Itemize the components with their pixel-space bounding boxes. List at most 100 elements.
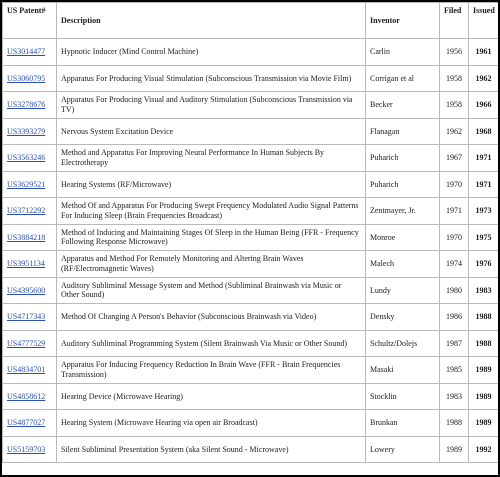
filed-year-cell: 1970 bbox=[439, 170, 469, 198]
patent-number-cell: US5159703 bbox=[2, 435, 57, 463]
patent-table: US Patent# Description Inventor Filed Is… bbox=[2, 2, 498, 463]
inventor-cell: Flanagan bbox=[365, 117, 440, 145]
table-row: US3712292 Method Of and Apparatus For Pro… bbox=[2, 197, 498, 225]
filed-year-cell: 1986 bbox=[439, 303, 469, 331]
table-header-row: US Patent# Description Inventor Filed Is… bbox=[2, 2, 498, 39]
description-cell: Silent Subliminal Presentation System (a… bbox=[56, 435, 366, 463]
filed-year-cell: 1962 bbox=[439, 117, 469, 145]
description-cell: Nervous System Excitation Device bbox=[56, 117, 366, 145]
table-row: US3884218 Method of Inducing and Maintain… bbox=[2, 223, 498, 251]
table-row: US3060795 Apparatus For Producing Visual … bbox=[2, 64, 498, 92]
patent-link[interactable]: US4858612 bbox=[7, 392, 52, 402]
table-row: US3951134 Apparatus and Method For Remote… bbox=[2, 250, 498, 278]
filed-year-cell: 1970 bbox=[439, 223, 469, 251]
issued-year-cell: 1971 bbox=[468, 144, 498, 172]
patent-number-cell: US3278676 bbox=[2, 91, 57, 119]
issued-year-cell: 1989 bbox=[468, 356, 498, 384]
inventor-cell: Carlin bbox=[365, 38, 440, 66]
patent-link[interactable]: US3629521 bbox=[7, 180, 52, 190]
issued-year-cell: 1976 bbox=[468, 250, 498, 278]
inventor-cell: Puharich bbox=[365, 144, 440, 172]
patent-link[interactable]: US4717343 bbox=[7, 312, 52, 322]
inventor-cell: Puharich bbox=[365, 170, 440, 198]
patent-link[interactable]: US3563246 bbox=[7, 153, 52, 163]
description-cell: Apparatus For Producing Visual and Audit… bbox=[56, 91, 366, 119]
issued-year-cell: 1966 bbox=[468, 91, 498, 119]
filed-year-cell: 1974 bbox=[439, 250, 469, 278]
issued-year-cell: 1989 bbox=[468, 409, 498, 437]
issued-year-cell: 1962 bbox=[468, 64, 498, 92]
patent-link[interactable]: US3060795 bbox=[7, 74, 52, 84]
issued-year-cell: 1988 bbox=[468, 329, 498, 357]
table-row: US4777529 Auditory Subliminal Programming… bbox=[2, 329, 498, 357]
patent-number-cell: US3060795 bbox=[2, 64, 57, 92]
inventor-cell: Corrigan et al bbox=[365, 64, 440, 92]
filed-year-cell: 1989 bbox=[439, 435, 469, 463]
patent-number-cell: US3393279 bbox=[2, 117, 57, 145]
filed-year-cell: 1967 bbox=[439, 144, 469, 172]
filed-year-cell: 1983 bbox=[439, 382, 469, 410]
filed-year-cell: 1988 bbox=[439, 409, 469, 437]
patent-number-cell: US4858612 bbox=[2, 382, 57, 410]
patent-link[interactable]: US5159703 bbox=[7, 445, 52, 455]
patent-link[interactable]: US4834701 bbox=[7, 365, 52, 375]
patent-link[interactable]: US4395600 bbox=[7, 286, 52, 296]
table-row: US4858612 Hearing Device (Microwave Heari… bbox=[2, 382, 498, 410]
description-cell: Method and Apparatus For Improving Neura… bbox=[56, 144, 366, 172]
patent-number-cell: US4717343 bbox=[2, 303, 57, 331]
patent-number-cell: US3951134 bbox=[2, 250, 57, 278]
filed-year-cell: 1980 bbox=[439, 276, 469, 304]
table-row: US3278676 Apparatus For Producing Visual … bbox=[2, 91, 498, 119]
patent-link[interactable]: US4877027 bbox=[7, 418, 52, 428]
inventor-cell: Brunkan bbox=[365, 409, 440, 437]
patent-link[interactable]: US3712292 bbox=[7, 206, 52, 216]
issued-year-cell: 1968 bbox=[468, 117, 498, 145]
description-cell: Auditory Subliminal Programming System (… bbox=[56, 329, 366, 357]
table-row: US5159703 Silent Subliminal Presentation … bbox=[2, 435, 498, 463]
description-cell: Apparatus For Inducing Frequency Reducti… bbox=[56, 356, 366, 384]
inventor-cell: Becker bbox=[365, 91, 440, 119]
description-cell: Hypnotic Inducer (Mind Control Machine) bbox=[56, 38, 366, 66]
patent-link[interactable]: US3884218 bbox=[7, 233, 52, 243]
issued-year-cell: 1983 bbox=[468, 276, 498, 304]
description-cell: Apparatus For Producing Visual Stimulati… bbox=[56, 64, 366, 92]
patent-link[interactable]: US3951134 bbox=[7, 259, 52, 269]
issued-year-cell: 1971 bbox=[468, 170, 498, 198]
issued-year-cell: 1989 bbox=[468, 382, 498, 410]
issued-year-cell: 1988 bbox=[468, 303, 498, 331]
filed-year-cell: 1987 bbox=[439, 329, 469, 357]
patent-number-cell: US3014477 bbox=[2, 38, 57, 66]
patent-link[interactable]: US3014477 bbox=[7, 47, 52, 57]
filed-year-cell: 1971 bbox=[439, 197, 469, 225]
inventor-cell: Densky bbox=[365, 303, 440, 331]
header-filed: Filed bbox=[439, 2, 469, 39]
patent-number-cell: US4777529 bbox=[2, 329, 57, 357]
patent-link[interactable]: US4777529 bbox=[7, 339, 52, 349]
table-row: US3563246 Method and Apparatus For Improv… bbox=[2, 144, 498, 172]
description-cell: Hearing System (Microwave Hearing via op… bbox=[56, 409, 366, 437]
table-row: US3014477 Hypnotic Inducer (Mind Control … bbox=[2, 38, 498, 66]
description-cell: Method Of Changing A Person's Behavior (… bbox=[56, 303, 366, 331]
inventor-cell: Zentmayer, Jr. bbox=[365, 197, 440, 225]
patent-table-sheet: US Patent# Description Inventor Filed Is… bbox=[2, 2, 498, 475]
filed-year-cell: 1956 bbox=[439, 38, 469, 66]
patent-number-cell: US4395600 bbox=[2, 276, 57, 304]
inventor-cell: Monroe bbox=[365, 223, 440, 251]
issued-year-cell: 1975 bbox=[468, 223, 498, 251]
header-issued: Issued bbox=[468, 2, 498, 39]
patent-link[interactable]: US3393279 bbox=[7, 127, 52, 137]
patent-number-cell: US3712292 bbox=[2, 197, 57, 225]
description-cell: Method of Inducing and Maintaining Stage… bbox=[56, 223, 366, 251]
patent-link[interactable]: US3278676 bbox=[7, 100, 52, 110]
patent-number-cell: US3563246 bbox=[2, 144, 57, 172]
inventor-cell: Malech bbox=[365, 250, 440, 278]
description-cell: Auditory Subliminal Message System and M… bbox=[56, 276, 366, 304]
inventor-cell: Schultz/Dolejs bbox=[365, 329, 440, 357]
filed-year-cell: 1985 bbox=[439, 356, 469, 384]
issued-year-cell: 1973 bbox=[468, 197, 498, 225]
inventor-cell: Masaki bbox=[365, 356, 440, 384]
filed-year-cell: 1958 bbox=[439, 91, 469, 119]
patent-number-cell: US4834701 bbox=[2, 356, 57, 384]
patent-number-cell: US3629521 bbox=[2, 170, 57, 198]
table-row: US4395600 Auditory Subliminal Message Sys… bbox=[2, 276, 498, 304]
